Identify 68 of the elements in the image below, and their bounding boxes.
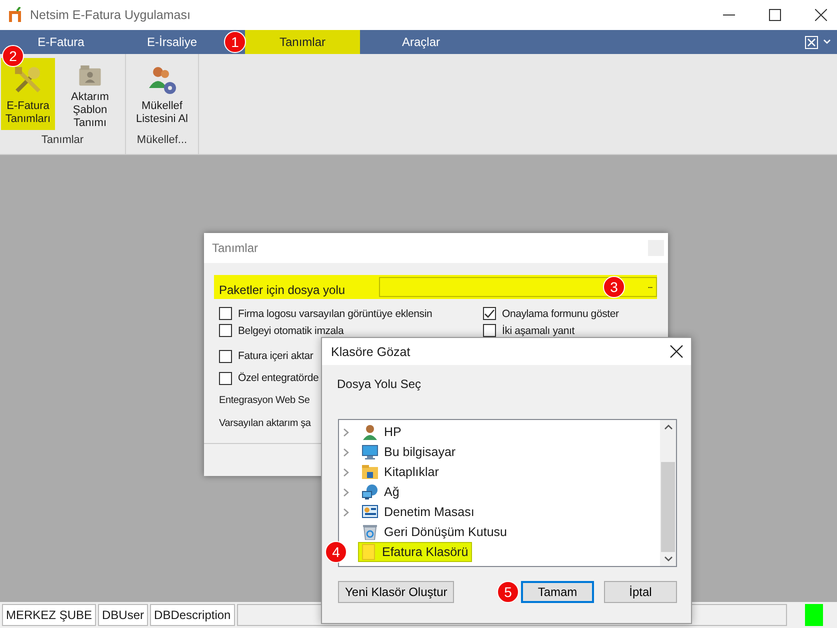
scroll-thumb[interactable]	[661, 462, 675, 552]
annotation-badge: 5	[497, 581, 519, 603]
menu-tab[interactable]: Tanımlar	[245, 30, 360, 54]
scroll-down-icon[interactable]	[664, 556, 672, 562]
group-label: Mükellef...	[136, 133, 188, 148]
checkbox[interactable]	[219, 372, 232, 384]
field-label: Varsayılan aktarım şa	[219, 418, 311, 429]
users-gear-icon	[146, 64, 178, 96]
annotation-badge: 4	[325, 541, 347, 563]
checkbox[interactable]	[483, 307, 496, 320]
checkbox[interactable]	[483, 324, 496, 337]
user-icon	[362, 424, 378, 440]
option-label: Belgeyi otomatik imzala	[238, 324, 344, 336]
option-label: Firma logosu varsayılan görüntüye eklensin	[238, 308, 432, 320]
tree-item[interactable]: Geri Dönüşüm Kutusu	[359, 523, 510, 541]
option-label: İki aşamalı yanıt	[502, 324, 574, 336]
status-panel: MERKEZ ŞUBE	[2, 604, 96, 626]
close-window-icon[interactable]	[805, 36, 818, 48]
close-icon[interactable]	[815, 9, 827, 21]
chevron-icon[interactable]	[343, 488, 349, 496]
checkbox[interactable]	[219, 350, 232, 362]
option-label: Onaylama formunu göster	[502, 308, 619, 320]
field-label: Paketler için dosya yolu	[218, 282, 346, 299]
tree-item[interactable]: HP	[359, 423, 404, 441]
chevron-icon[interactable]	[343, 508, 349, 516]
option-label: Fatura içeri aktar	[238, 350, 314, 362]
folder-icon	[362, 464, 378, 480]
control-panel-icon	[362, 504, 378, 520]
chevron-icon[interactable]	[343, 428, 349, 436]
field-label: Entegrasyon Web Se	[219, 395, 310, 406]
recycle-bin-icon	[362, 524, 378, 540]
scrollbar[interactable]	[660, 420, 676, 566]
menu-tab[interactable]: Araçlar	[360, 30, 482, 54]
prompt-text: Dosya Yolu Seç	[336, 376, 422, 393]
menu-tab[interactable]: E-İrsaliye	[122, 30, 222, 54]
caret-icon[interactable]	[823, 39, 831, 45]
scroll-up-icon[interactable]	[664, 424, 672, 430]
monitor-icon	[362, 444, 378, 460]
checkbox[interactable]	[219, 324, 232, 337]
ribbon-button[interactable]: Aktarım Şablon Tanımı	[56, 58, 124, 130]
browse-button[interactable]: ...	[643, 280, 656, 294]
tree-item[interactable]: Ağ	[359, 483, 402, 501]
dialog-button[interactable]: İptal	[604, 581, 677, 603]
close-icon[interactable]	[670, 345, 683, 358]
tree-item[interactable]: Bu bilgisayar	[359, 443, 459, 461]
annotation-badge: 3	[603, 276, 625, 298]
app-logo-icon	[8, 7, 22, 23]
network-icon	[362, 484, 378, 500]
chevron-icon[interactable]	[343, 468, 349, 476]
checkbox[interactable]	[219, 307, 232, 320]
status-panel: DBDescription	[150, 604, 235, 626]
group-label: Tanımlar	[40, 133, 85, 148]
ribbon-button[interactable]: Mükellef Listesini Al	[127, 58, 197, 130]
tree-item[interactable]: Denetim Masası	[359, 503, 478, 521]
tree-item[interactable]: Kitaplıklar	[359, 463, 442, 481]
dialog-title: Klasöre Gözat	[331, 344, 410, 358]
window-title: Netsim E-Fatura Uygulaması	[30, 8, 190, 22]
status-panel: DBUser	[98, 604, 148, 626]
dialog-button[interactable]: Yeni Klasör Oluştur	[338, 581, 454, 603]
folder-icon	[362, 544, 376, 560]
tree-item[interactable]: Efatura Klasörü	[359, 543, 472, 561]
option-label: Özel entegratörde	[238, 372, 319, 384]
dialog-button[interactable]: Tamam	[521, 581, 594, 603]
dialog-title: Tanımlar	[212, 241, 258, 255]
status-indicator	[805, 604, 823, 626]
chevron-icon[interactable]	[343, 448, 349, 456]
annotation-badge: 1	[224, 31, 246, 53]
maximize-icon[interactable]	[769, 9, 781, 21]
